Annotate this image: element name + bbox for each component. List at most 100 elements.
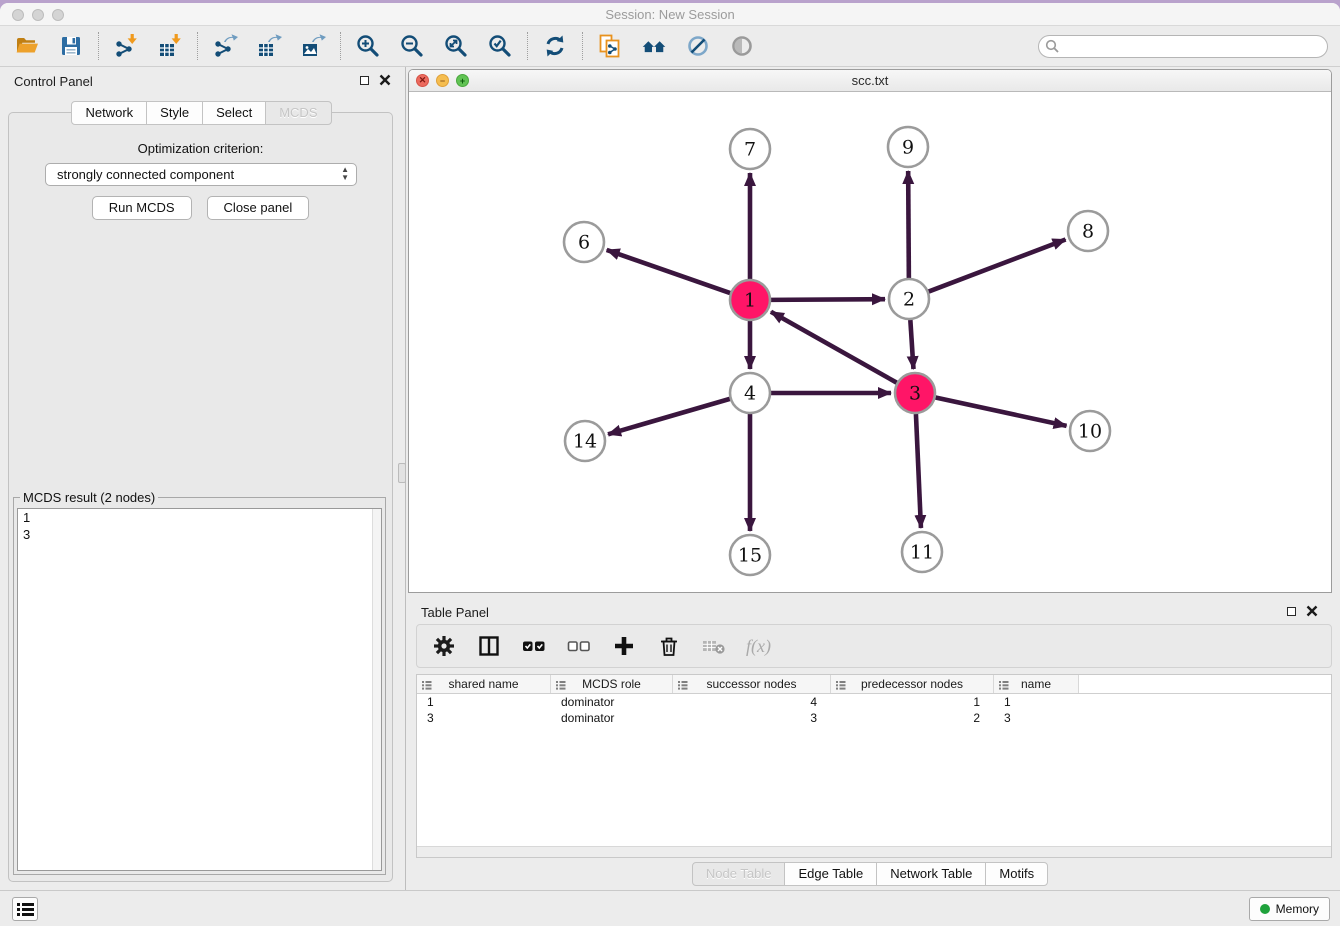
column-header-successor-nodes[interactable]: successor nodes <box>673 675 831 693</box>
float-table-panel-icon[interactable] <box>1287 607 1296 616</box>
node-table[interactable]: shared nameMCDS rolesuccessor nodesprede… <box>416 674 1332 858</box>
first-neighbors-icon[interactable] <box>641 33 667 59</box>
select-all-columns-icon[interactable] <box>521 633 547 659</box>
select-stepper-icon: ▲▼ <box>341 166 349 182</box>
table-panel-title: Table Panel <box>421 605 489 620</box>
search-input[interactable] <box>1038 35 1328 58</box>
table-row[interactable]: 1dominator411 <box>417 694 1331 710</box>
float-panel-icon[interactable] <box>360 76 369 85</box>
tab-select[interactable]: Select <box>202 101 266 125</box>
close-table-panel-icon[interactable] <box>1306 605 1318 617</box>
edge-4-14[interactable] <box>608 399 730 434</box>
network-window-titlebar[interactable]: ✕ − + scc.txt <box>409 70 1331 92</box>
mcds-result-list[interactable]: 13 <box>17 508 382 871</box>
close-panel-icon[interactable] <box>379 74 391 86</box>
run-mcds-button[interactable]: Run MCDS <box>92 196 192 220</box>
optimization-criterion-label: Optimization criterion: <box>9 141 392 156</box>
table-cell[interactable]: 1 <box>417 694 551 710</box>
mcds-result-title: MCDS result (2 nodes) <box>20 490 158 505</box>
tab-network[interactable]: Network <box>71 101 147 125</box>
table-row[interactable]: 3dominator323 <box>417 710 1331 726</box>
hide-selected-icon[interactable] <box>685 33 711 59</box>
control-panel-title: Control Panel <box>14 74 93 89</box>
function-builder-icon[interactable]: f(x) <box>746 636 771 657</box>
tab-mcds[interactable]: MCDS <box>265 101 331 125</box>
main-toolbar <box>0 26 1340 67</box>
import-table-icon[interactable] <box>157 33 183 59</box>
column-header-name[interactable]: name <box>994 675 1079 693</box>
column-header-MCDS-role[interactable]: MCDS role <box>551 675 673 693</box>
memory-label: Memory <box>1276 902 1319 916</box>
edge-2-9[interactable] <box>908 171 909 278</box>
tab-style[interactable]: Style <box>146 101 203 125</box>
tab-network-table[interactable]: Network Table <box>876 862 986 886</box>
table-cell[interactable]: 1 <box>994 694 1079 710</box>
table-cell[interactable]: dominator <box>551 710 673 726</box>
task-history-button[interactable] <box>12 897 38 921</box>
table-panel: Table Panel <box>408 598 1332 890</box>
node-label-1: 1 <box>744 290 756 312</box>
result-line: 3 <box>18 526 381 543</box>
save-session-icon[interactable] <box>58 33 84 59</box>
table-cell[interactable]: 4 <box>673 694 831 710</box>
criterion-value: strongly connected component <box>57 167 234 182</box>
mcds-panel: Optimization criterion: strongly connect… <box>8 112 393 882</box>
delete-table-icon[interactable] <box>701 633 727 659</box>
import-network-icon[interactable] <box>113 33 139 59</box>
criterion-select[interactable]: strongly connected component ▲▼ <box>45 163 357 186</box>
memory-button[interactable]: Memory <box>1249 897 1330 921</box>
column-header-predecessor-nodes[interactable]: predecessor nodes <box>831 675 994 693</box>
show-column-panel-icon[interactable] <box>476 633 502 659</box>
export-table-icon[interactable] <box>256 33 282 59</box>
edge-1-2[interactable] <box>771 299 885 300</box>
gear-icon[interactable] <box>431 633 457 659</box>
node-label-6: 6 <box>578 232 590 254</box>
new-network-from-selection-icon[interactable] <box>597 33 623 59</box>
unselect-all-columns-icon[interactable] <box>566 633 592 659</box>
edge-1-6[interactable] <box>607 250 731 293</box>
table-cell[interactable]: 1 <box>831 694 994 710</box>
search-icon <box>1045 39 1060 59</box>
network-window-title: scc.txt <box>409 73 1331 88</box>
panel-divider-handle[interactable] <box>398 463 406 483</box>
node-label-4: 4 <box>744 383 756 405</box>
table-cell[interactable]: 3 <box>673 710 831 726</box>
zoom-in-icon[interactable] <box>355 33 381 59</box>
node-label-10: 10 <box>1078 421 1102 443</box>
network-canvas[interactable]: 7968124314101511 <box>409 92 1331 592</box>
table-horizontal-scrollbar[interactable] <box>417 846 1331 857</box>
tab-edge-table[interactable]: Edge Table <box>784 862 877 886</box>
tab-node-table[interactable]: Node Table <box>692 862 786 886</box>
control-panel: Control Panel Network Style Select MCDS … <box>0 67 403 890</box>
open-session-icon[interactable] <box>14 33 40 59</box>
node-label-15: 15 <box>738 545 762 567</box>
zoom-fit-icon[interactable] <box>443 33 469 59</box>
mcds-result-group: MCDS result (2 nodes) 13 <box>13 497 386 875</box>
table-cell[interactable]: 2 <box>831 710 994 726</box>
zoom-selected-icon[interactable] <box>487 33 513 59</box>
export-network-icon[interactable] <box>212 33 238 59</box>
table-cell[interactable]: 3 <box>417 710 551 726</box>
tab-motifs[interactable]: Motifs <box>985 862 1048 886</box>
edge-3-1[interactable] <box>771 312 897 383</box>
memory-status-icon <box>1260 904 1270 914</box>
zoom-out-icon[interactable] <box>399 33 425 59</box>
edge-2-8[interactable] <box>929 240 1066 292</box>
edge-2-3[interactable] <box>910 320 913 369</box>
node-label-14: 14 <box>573 431 597 453</box>
table-toolbar: f(x) <box>416 624 1332 668</box>
refresh-layout-icon[interactable] <box>542 33 568 59</box>
close-panel-button[interactable]: Close panel <box>207 196 310 220</box>
result-scrollbar[interactable] <box>372 509 381 870</box>
show-all-icon[interactable] <box>729 33 755 59</box>
add-row-icon[interactable] <box>611 633 637 659</box>
delete-row-icon[interactable] <box>656 633 682 659</box>
node-label-9: 9 <box>902 137 914 159</box>
node-label-2: 2 <box>903 289 915 311</box>
edge-3-11[interactable] <box>916 414 921 528</box>
table-cell[interactable]: dominator <box>551 694 673 710</box>
edge-3-10[interactable] <box>936 397 1067 425</box>
column-header-shared-name[interactable]: shared name <box>417 675 551 693</box>
export-image-icon[interactable] <box>300 33 326 59</box>
table-cell[interactable]: 3 <box>994 710 1079 726</box>
